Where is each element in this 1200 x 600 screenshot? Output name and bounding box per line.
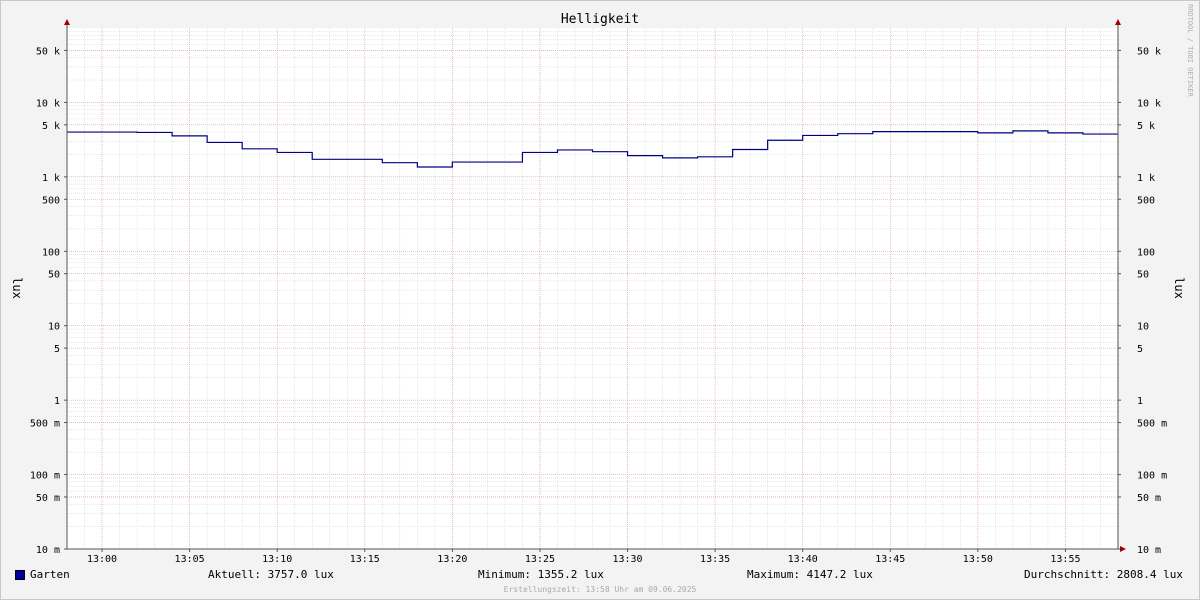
y-tick-label-right: 10 (1137, 322, 1149, 333)
legend-current: Aktuell: 3757.0 lux (208, 568, 334, 581)
legend-minimum: Minimum: 1355.2 lux (478, 568, 604, 581)
y-tick-label-left: 10 (48, 322, 60, 333)
y-tick-label-right: 10 k (1137, 98, 1161, 109)
rrdtool-watermark: RRDTOOL / TOBI OETIKER (1186, 4, 1194, 97)
x-tick-label: 13:45 (875, 554, 905, 565)
y-tick-label-right: 500 (1137, 195, 1155, 206)
x-tick-label: 13:10 (262, 554, 292, 565)
y-axis-label-left: lux (10, 277, 24, 299)
y-tick-label-left: 50 k (36, 46, 60, 57)
grid-minor (67, 28, 1118, 549)
legend-series-name: Garten (30, 568, 70, 581)
x-tick-label: 13:50 (963, 554, 993, 565)
y-tick-label-right: 1 k (1137, 173, 1155, 184)
y-tick-label-right: 50 (1137, 270, 1149, 281)
y-tick-label-left: 500 (42, 195, 60, 206)
legend-swatch-garten (15, 570, 25, 580)
y-tick-label-right: 1 (1137, 396, 1143, 407)
y-tick-label-left: 5 k (42, 121, 60, 132)
x-tick-label: 13:35 (700, 554, 730, 565)
y-tick-label-left: 500 m (30, 419, 60, 430)
legend-maximum: Maximum: 4147.2 lux (747, 568, 873, 581)
y-tick-label-left: 100 (42, 247, 60, 258)
legend: Garten Aktuell: 3757.0 lux Minimum: 1355… (0, 567, 1200, 585)
y-tick-label-right: 50 m (1137, 493, 1161, 504)
y-tick-label-left: 50 (48, 270, 60, 281)
x-tick-label: 13:20 (437, 554, 467, 565)
x-tick-label: 13:15 (350, 554, 380, 565)
y-tick-label-right: 5 k (1137, 121, 1155, 132)
y-axis-arrow-right (1115, 19, 1121, 25)
y-axis-arrow-left (64, 19, 70, 25)
y-tick-label-right: 5 (1137, 344, 1143, 355)
x-axis-arrow (1120, 546, 1126, 552)
y-tick-label-right: 10 m (1137, 545, 1161, 556)
creation-time-footer: Erstellungszeit: 13:58 Uhr am 09.06.2025 (503, 585, 697, 594)
legend-average: Durchschnitt: 2808.4 lux (1024, 568, 1183, 581)
chart-title: Helligkeit (561, 12, 639, 27)
x-tick-label: 13:00 (87, 554, 117, 565)
y-tick-label-left: 10 m (36, 545, 60, 556)
y-axis-label-right: lux (1172, 277, 1186, 299)
y-tick-label-right: 50 k (1137, 46, 1161, 57)
y-tick-label-left: 100 m (30, 471, 60, 482)
y-tick-label-left: 10 k (36, 98, 60, 109)
x-tick-label: 13:40 (788, 554, 818, 565)
y-tick-label-right: 100 (1137, 247, 1155, 258)
y-tick-label-left: 1 k (42, 173, 60, 184)
x-tick-label: 13:55 (1050, 554, 1080, 565)
y-tick-label-left: 1 (54, 396, 60, 407)
x-tick-label: 13:30 (612, 554, 642, 565)
x-tick-label: 13:05 (175, 554, 205, 565)
y-tick-label-right: 100 m (1137, 471, 1167, 482)
x-tick-label: 13:25 (525, 554, 555, 565)
chart-svg: 10 m 10 m 50 m 50 m 100 m 100 m 500 m 500 m 1 1 5 5… (10, 12, 1186, 565)
y-tick-label-left: 5 (54, 344, 60, 355)
y-tick-label-left: 50 m (36, 493, 60, 504)
y-tick-label-right: 500 m (1137, 419, 1167, 430)
